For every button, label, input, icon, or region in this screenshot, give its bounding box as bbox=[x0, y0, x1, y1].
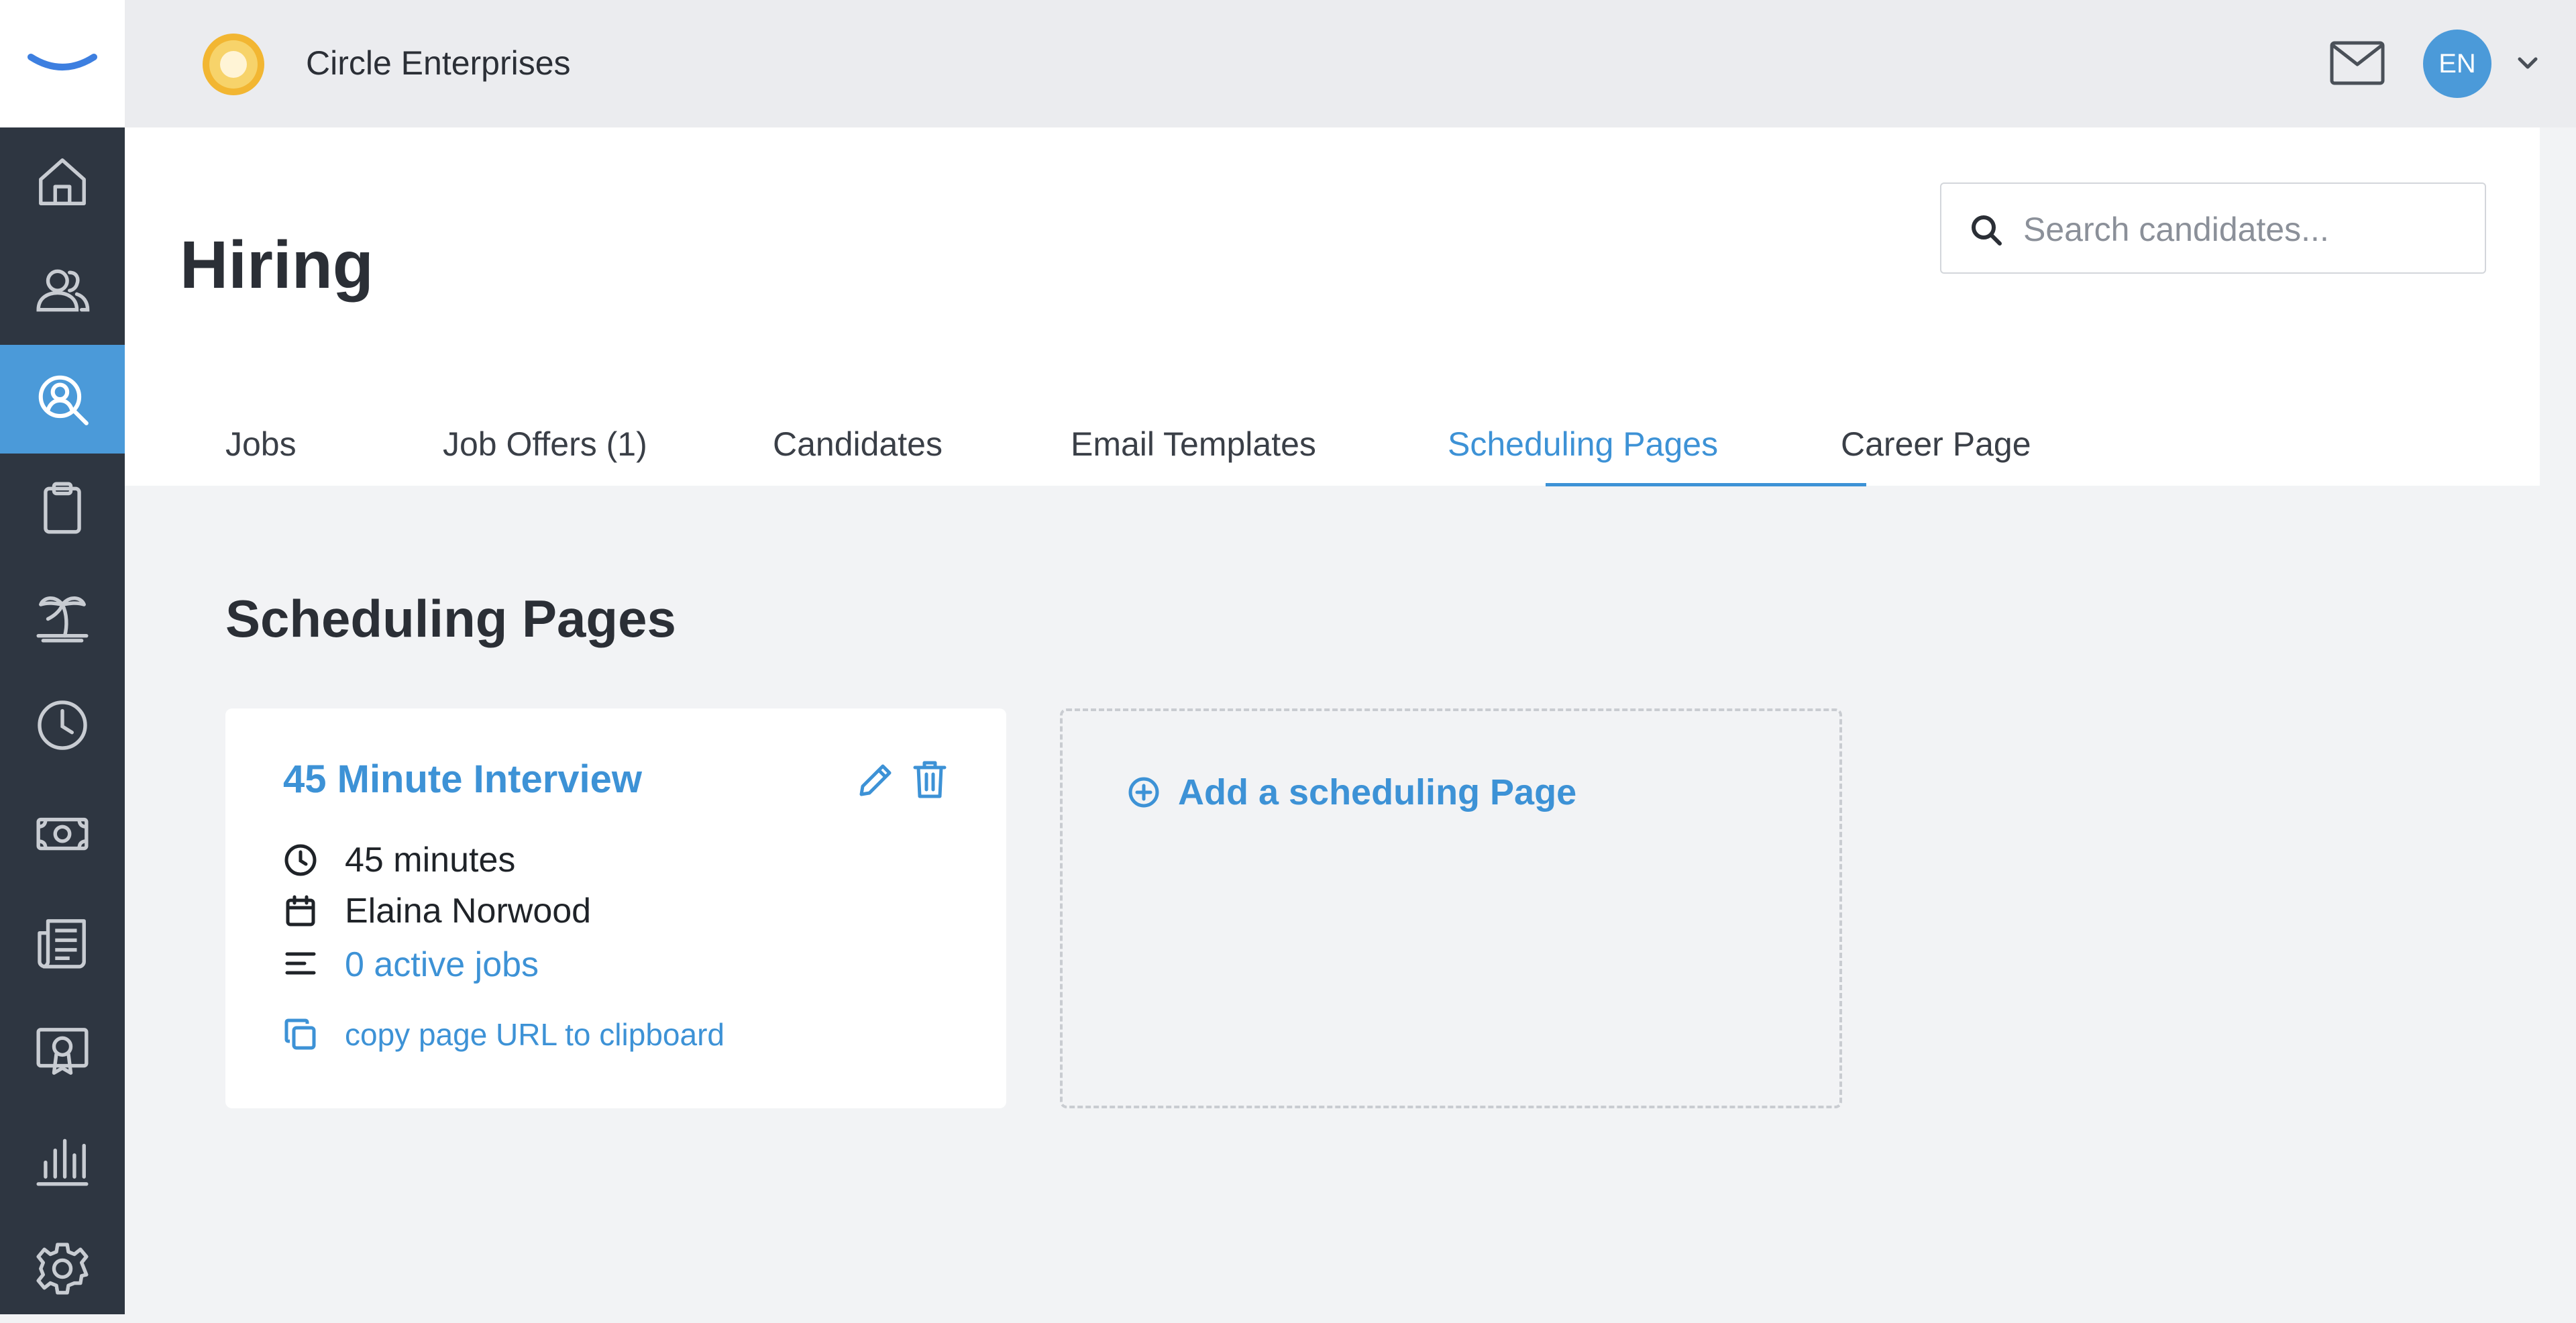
home-icon bbox=[39, 158, 86, 205]
sidebar-item-home[interactable] bbox=[0, 127, 125, 236]
tab-career-page[interactable]: Career Page bbox=[1841, 403, 2031, 486]
scheduling-page-title-link[interactable]: 45 Minute Interview bbox=[283, 755, 642, 804]
plus-circle-icon bbox=[1128, 777, 1159, 808]
sidebar-item-reports[interactable] bbox=[0, 1106, 125, 1214]
active-jobs-row: 0 active jobs bbox=[283, 943, 539, 986]
search-box[interactable] bbox=[1940, 182, 2486, 274]
newspaper-icon bbox=[38, 919, 86, 969]
header-panel: Hiring Jobs Job Offers (1) Candidates Em… bbox=[125, 127, 2540, 486]
scheduling-page-card: 45 Minute Interview 45 minutes Elaina No… bbox=[225, 708, 1006, 1108]
pencil-icon[interactable] bbox=[856, 759, 896, 800]
user-avatar[interactable]: EN bbox=[2423, 30, 2491, 98]
copy-icon bbox=[284, 1018, 316, 1050]
tab-job-offers[interactable]: Job Offers (1) bbox=[443, 403, 647, 486]
hiring-search-icon bbox=[38, 375, 89, 425]
tab-candidates[interactable]: Candidates bbox=[773, 403, 943, 486]
money-icon bbox=[36, 817, 89, 851]
sidebar-item-performance[interactable] bbox=[0, 997, 125, 1106]
page-title: Hiring bbox=[180, 227, 374, 303]
sidebar bbox=[0, 0, 125, 1314]
clipboard-icon bbox=[44, 482, 81, 534]
copy-url-link[interactable]: copy page URL to clipboard bbox=[345, 1016, 724, 1053]
company-logo-icon bbox=[203, 34, 264, 95]
add-scheduling-page-button[interactable]: Add a scheduling Page bbox=[1127, 772, 1576, 813]
chevron-down-icon[interactable] bbox=[2514, 50, 2541, 76]
smile-logo-icon bbox=[28, 54, 97, 70]
sidebar-item-documents[interactable] bbox=[0, 888, 125, 997]
active-jobs-link[interactable]: 0 active jobs bbox=[345, 945, 539, 985]
clock-icon bbox=[284, 844, 317, 876]
mail-icon[interactable] bbox=[2329, 39, 2385, 87]
sidebar-item-tasks[interactable] bbox=[0, 454, 125, 562]
company-name: Circle Enterprises bbox=[306, 44, 571, 82]
list-lines-icon bbox=[285, 952, 316, 975]
sidebar-item-time-off[interactable] bbox=[0, 562, 125, 671]
tab-bar: Jobs Job Offers (1) Candidates Email Tem… bbox=[125, 403, 2540, 486]
top-bar: Circle Enterprises EN bbox=[125, 0, 2576, 127]
sidebar-item-hiring[interactable] bbox=[0, 345, 125, 454]
add-scheduling-page-card[interactable]: Add a scheduling Page bbox=[1060, 708, 1842, 1108]
duration-row: 45 minutes bbox=[283, 839, 515, 882]
active-tab-indicator bbox=[1546, 483, 1866, 486]
clock-icon bbox=[38, 700, 87, 750]
trash-icon[interactable] bbox=[912, 759, 947, 800]
search-input[interactable] bbox=[2022, 203, 2465, 256]
palm-tree-icon bbox=[36, 596, 89, 643]
tab-scheduling-pages[interactable]: Scheduling Pages bbox=[1448, 403, 1718, 486]
sidebar-item-settings[interactable] bbox=[0, 1214, 125, 1323]
tab-email-templates[interactable]: Email Templates bbox=[1071, 403, 1316, 486]
search-icon bbox=[1972, 215, 2002, 246]
tab-jobs[interactable]: Jobs bbox=[225, 403, 297, 486]
owner-name: Elaina Norwood bbox=[345, 892, 592, 931]
duration-text: 45 minutes bbox=[345, 841, 516, 880]
gear-icon bbox=[36, 1242, 89, 1295]
calendar-icon bbox=[286, 895, 315, 927]
copy-url-row[interactable]: copy page URL to clipboard bbox=[283, 1013, 724, 1056]
sidebar-item-people[interactable] bbox=[0, 236, 125, 345]
section-title: Scheduling Pages bbox=[225, 589, 676, 648]
app-logo[interactable] bbox=[0, 0, 125, 127]
owner-row: Elaina Norwood bbox=[283, 890, 591, 933]
sidebar-item-payroll[interactable] bbox=[0, 780, 125, 888]
add-scheduling-page-label: Add a scheduling Page bbox=[1178, 772, 1577, 812]
bar-chart-icon bbox=[36, 1139, 89, 1186]
sidebar-item-time-tracking[interactable] bbox=[0, 671, 125, 780]
certificate-icon bbox=[36, 1028, 89, 1075]
people-icon bbox=[36, 269, 90, 312]
